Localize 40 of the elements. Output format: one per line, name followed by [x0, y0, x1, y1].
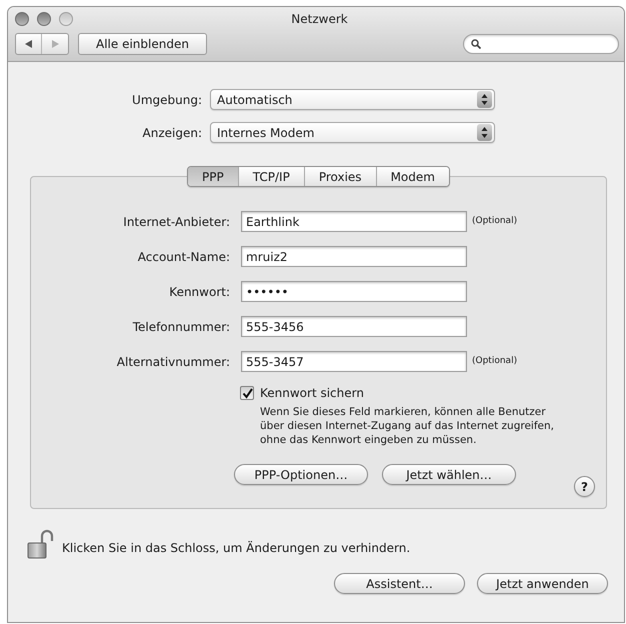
close-button[interactable]: [15, 12, 29, 26]
text-field[interactable]: ••••••: [241, 281, 467, 302]
optional-note: (Optional): [472, 214, 518, 228]
minimize-button[interactable]: [37, 12, 51, 26]
text-field[interactable]: mruiz2: [241, 246, 467, 267]
open-padlock-icon[interactable]: [27, 529, 54, 559]
tab[interactable]: Proxies: [304, 167, 376, 186]
search-field[interactable]: [463, 34, 619, 54]
up-down-arrows-icon: [477, 91, 492, 108]
optional-note: (Optional): [472, 354, 518, 368]
footer-button[interactable]: Assistent…: [334, 573, 465, 594]
popup-menu[interactable]: Automatisch: [210, 89, 495, 110]
panel-button[interactable]: Jetzt wählen…: [382, 464, 516, 485]
field-label: Account-Name:: [136, 248, 230, 266]
popup-menu[interactable]: Internes Modem: [210, 122, 495, 143]
text-field[interactable]: 555-3457: [241, 351, 467, 372]
checkbox-label[interactable]: Kennwort sichern: [260, 384, 364, 402]
field-label: Kennwort:: [168, 284, 230, 300]
panel-button[interactable]: PPP-Optionen…: [234, 464, 368, 485]
checkbox-description: Wenn Sie dieses Feld markieren, können alle Benutzer über diesen Internet-Zugang auf das Internet zugreifen, ohne das Kennwort eingeben zu müssen.: [260, 405, 555, 447]
field-label: Internet-Anbieter:: [122, 214, 230, 230]
zoom-button[interactable]: [59, 12, 73, 26]
tab[interactable]: TCP/IP: [238, 167, 304, 186]
tab[interactable]: Modem: [376, 167, 449, 186]
text-field[interactable]: Earthlink: [241, 211, 467, 232]
window-title: Netzwerk: [291, 11, 348, 28]
text-field[interactable]: 555-3456: [241, 316, 467, 337]
search-icon: [471, 39, 481, 49]
show-all-button[interactable]: Alle einblenden: [78, 33, 207, 55]
popup-label: Anzeigen:: [142, 124, 202, 142]
field-label: Alternativnummer:: [116, 354, 230, 370]
up-down-arrows-icon: [477, 124, 492, 141]
tab[interactable]: PPP: [188, 167, 238, 186]
help-button[interactable]: ?: [574, 476, 595, 497]
checkbox[interactable]: [240, 386, 254, 400]
lock-message: Klicken Sie in das Schloss, um Änderungen zu verhindern.: [62, 540, 410, 557]
footer-button[interactable]: Jetzt anwenden: [477, 573, 608, 594]
field-label: Telefonnummer:: [132, 318, 230, 336]
checkmark-icon: [242, 388, 252, 398]
popup-label: Umgebung:: [131, 92, 202, 108]
